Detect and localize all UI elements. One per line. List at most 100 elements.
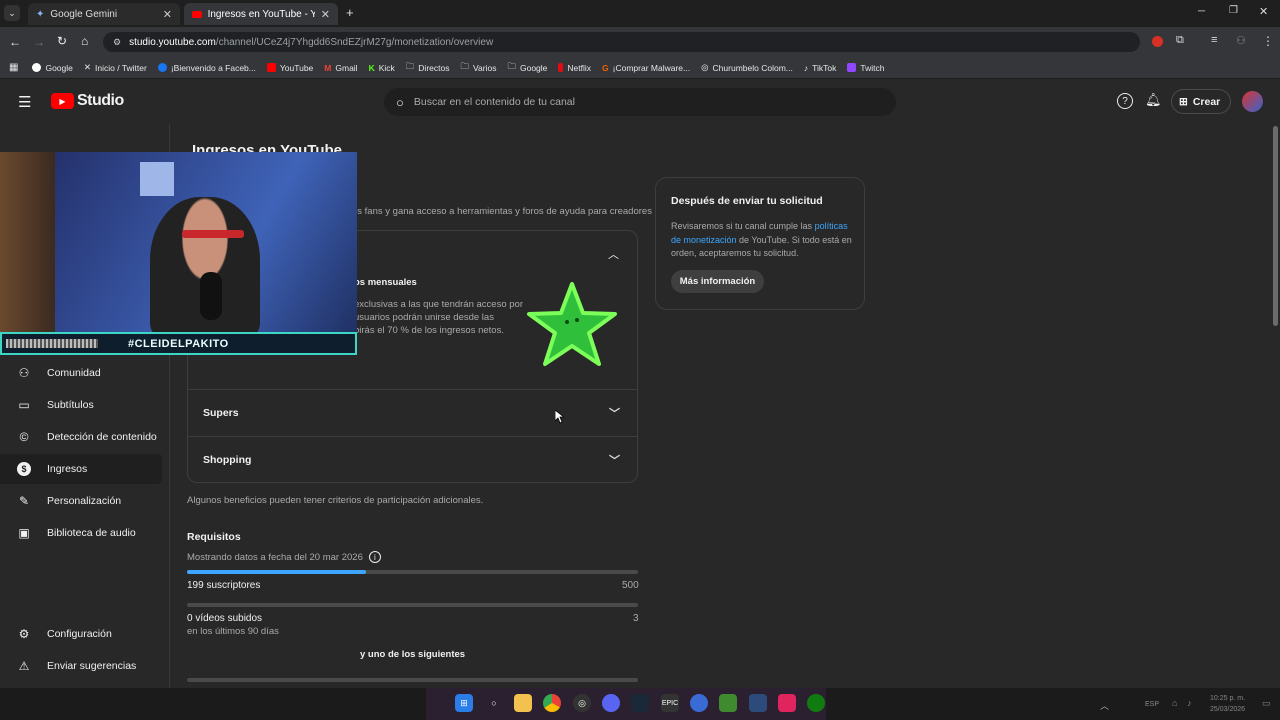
bookmark[interactable]: ¡Bienvenido a Faceb...	[157, 63, 256, 73]
google-icon	[32, 63, 42, 72]
info-icon[interactable]: i	[368, 551, 381, 563]
file-explorer-icon[interactable]	[514, 694, 532, 712]
tab-google-gemini[interactable]: ✦ Google Gemini ✕	[28, 3, 180, 25]
chrome-icon[interactable]	[543, 694, 561, 712]
webcam-left-wall	[0, 152, 55, 355]
xbox-icon[interactable]	[807, 694, 825, 712]
windows-start-icon[interactable]: ⊞	[455, 694, 473, 712]
star-illustration-icon	[527, 282, 617, 366]
extensions-icon[interactable]: ⧉	[1176, 34, 1184, 47]
accordion-supers[interactable]: Supers ﹀	[187, 389, 638, 435]
minecraft-icon[interactable]	[719, 694, 737, 712]
reload-icon[interactable]: ↻	[57, 34, 67, 48]
tray-chevron-icon[interactable]: ︿	[1100, 699, 1109, 712]
app-icon[interactable]	[749, 694, 767, 712]
apps-icon[interactable]: ▦	[9, 62, 18, 73]
network-icon[interactable]: ⌂	[1172, 698, 1177, 708]
sidebar-item-personalizacion[interactable]: ✎ Personalización	[0, 486, 162, 516]
hamburger-menu-icon[interactable]: ☰	[18, 93, 31, 111]
tiktok-icon[interactable]	[778, 694, 796, 712]
close-icon[interactable]: ✕	[163, 8, 172, 21]
page-scrollbar[interactable]	[1273, 126, 1278, 326]
bookmark[interactable]: Netflix	[558, 63, 591, 73]
minimize-button[interactable]: ─	[1198, 6, 1205, 17]
bookmark[interactable]: K Kick	[369, 63, 395, 73]
x-icon: ✕	[83, 62, 91, 72]
webcam-overlay: #CLEIDELPAKITO	[0, 152, 357, 355]
youtube-icon	[192, 10, 202, 18]
help-icon[interactable]: ?	[1117, 93, 1133, 109]
side-card-text: Revisaremos si tu canal cumple las polít…	[671, 221, 852, 258]
gmail-icon: M	[324, 62, 332, 73]
chevron-up-icon[interactable]: ︿	[608, 246, 619, 262]
chevron-down-icon: ﹀	[609, 454, 620, 467]
bookmark[interactable]: 🗀 Varios	[460, 61, 496, 75]
back-icon[interactable]: ←	[9, 35, 21, 49]
tab-search-button[interactable]: ⌄	[4, 5, 20, 21]
avatar[interactable]	[1242, 91, 1263, 112]
gear-icon: ⚙	[18, 627, 30, 641]
epic-games-icon[interactable]: EPIC	[661, 694, 679, 712]
audio-library-icon: ▣	[18, 526, 30, 540]
site-info-icon[interactable]: ⚙	[113, 37, 121, 48]
forward-icon[interactable]: →	[33, 35, 45, 49]
tab-youtube-ingresos[interactable]: Ingresos en YouTube - YouTube ✕	[184, 3, 338, 25]
streamlabs-icon[interactable]	[690, 694, 708, 712]
bookmark[interactable]: Twitch	[847, 63, 884, 73]
bookmark[interactable]: 🗀 Directos	[406, 61, 450, 75]
bookmark[interactable]: ◎ Churumbelo Colom...	[701, 62, 793, 73]
tab-label: Google Gemini	[50, 8, 118, 20]
search-icon: ○	[396, 94, 404, 110]
obs-icon[interactable]: ◎	[573, 694, 591, 712]
youtube-logo-icon: ▶	[51, 93, 74, 109]
media-icon[interactable]: ≡	[1211, 34, 1217, 46]
bookmark[interactable]: 🗀 Google	[507, 61, 547, 75]
subscribers-progress-fill	[187, 570, 367, 574]
sidebar-item-ingresos[interactable]: $ Ingresos	[0, 454, 162, 484]
accordion-label: Supers	[203, 406, 239, 419]
bookmark[interactable]: YouTube	[266, 63, 313, 73]
notifications-tray-icon[interactable]: ▭	[1262, 698, 1271, 709]
or-text: y uno de los siguientes	[360, 649, 466, 660]
close-window-button[interactable]: ✕	[1259, 5, 1268, 18]
bookmark[interactable]: M Gmail	[324, 63, 357, 73]
studio-search-bar[interactable]: ○ Buscar en el contenido de tu canal	[384, 88, 896, 116]
extension-red-icon[interactable]	[1152, 36, 1163, 47]
requirements-title: Requisitos	[187, 531, 241, 543]
webcam-poster	[140, 162, 174, 196]
new-tab-button[interactable]: +	[346, 5, 354, 20]
sidebar-item-comunidad[interactable]: ⚇ Comunidad	[0, 358, 162, 388]
menu-icon[interactable]: ⋮	[1262, 34, 1274, 48]
chevron-down-icon: ﹀	[609, 407, 620, 420]
twitch-icon	[847, 63, 857, 72]
create-button[interactable]: ⊞ Crear	[1171, 89, 1231, 114]
sidebar-item-sugerencias[interactable]: ⚠ Enviar sugerencias	[0, 651, 162, 681]
more-info-button[interactable]: Más información	[671, 270, 764, 293]
browser-tab-strip: ⌄ ✦ Google Gemini ✕ Ingresos en YouTube …	[0, 0, 1280, 27]
maximize-button[interactable]: ❐	[1229, 5, 1238, 16]
sidebar-item-subtitulos[interactable]: ▭ Subtítulos	[0, 390, 162, 420]
overlay-hashtag: #CLEIDELPAKITO	[128, 337, 229, 350]
search-icon[interactable]: ○	[485, 694, 503, 712]
sidebar-item-deteccion[interactable]: © Detección de contenido	[0, 422, 162, 452]
sidebar-item-configuracion[interactable]: ⚙ Configuración	[0, 619, 162, 649]
discord-icon[interactable]	[602, 694, 620, 712]
close-icon[interactable]: ✕	[321, 8, 330, 21]
language-indicator[interactable]: ESP	[1145, 701, 1159, 708]
bookmark[interactable]: ♪ TikTok	[804, 63, 837, 73]
address-bar[interactable]: ⚙ studio.youtube.com /channel/UCeZ4j7Yhg…	[103, 32, 1140, 52]
sidebar-item-biblioteca[interactable]: ▣ Biblioteca de audio	[0, 518, 162, 548]
bookmark[interactable]: G ¡Comprar Malware...	[602, 63, 690, 73]
create-label: Crear	[1192, 95, 1221, 108]
bookmark[interactable]: Google	[32, 63, 73, 73]
steam-icon[interactable]	[631, 694, 649, 712]
profile-icon[interactable]: ⚇	[1236, 34, 1246, 47]
accordion-shopping[interactable]: Shopping ﹀	[187, 436, 638, 482]
home-icon[interactable]: ⌂	[81, 34, 88, 48]
notifications-bell-icon[interactable]: 🔔︎	[1145, 92, 1162, 108]
bookmark[interactable]: ✕ Inicio / Twitter	[84, 62, 147, 73]
volume-icon[interactable]: ♪	[1187, 698, 1192, 708]
clock[interactable]: 10:25 p. m. 25/03/2026	[1210, 693, 1245, 715]
studio-logo[interactable]: ▶ Studio	[51, 92, 124, 110]
membership-line: birás el 70 % de los ingresos netos.	[354, 325, 504, 336]
